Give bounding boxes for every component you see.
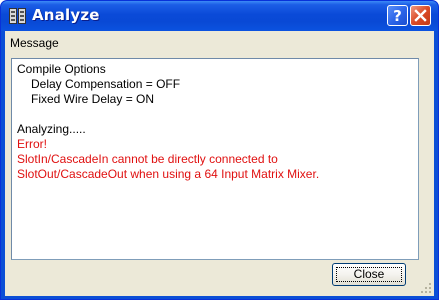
title-close-button[interactable] <box>410 5 431 26</box>
resize-grip-icon[interactable] <box>420 282 432 294</box>
window-title: Analyze <box>32 6 100 24</box>
line-compile-options: Compile Options <box>17 62 106 76</box>
analyze-app-icon <box>9 8 26 24</box>
message-label: Message <box>10 36 59 50</box>
line-delay-compensation: Delay Compensation = OFF <box>31 77 181 91</box>
message-text-box[interactable]: Compile Options Delay Compensation = OFF… <box>11 58 419 260</box>
line-error-detail-1: SlotIn/CascadeIn cannot be directly conn… <box>17 152 278 166</box>
close-x-icon <box>414 9 427 22</box>
close-button-label: Close <box>353 267 385 281</box>
svg-text:?: ? <box>393 7 402 25</box>
line-error: Error! <box>17 137 47 151</box>
line-fixed-wire-delay: Fixed Wire Delay = ON <box>31 92 155 106</box>
line-error-detail-2: SlotOut/CascadeOut when using a 64 Input… <box>17 167 320 181</box>
title-bar[interactable]: Analyze ? <box>1 1 438 31</box>
question-mark-icon: ? <box>393 7 402 25</box>
dialog-client-area: Message Compile Options Delay Compensati… <box>5 31 434 296</box>
line-analyzing: Analyzing..... <box>17 122 86 136</box>
analyze-dialog: Analyze ? Message Compile Options Delay … <box>0 0 439 300</box>
close-button[interactable]: Close <box>332 263 406 286</box>
help-button[interactable]: ? <box>387 5 408 26</box>
